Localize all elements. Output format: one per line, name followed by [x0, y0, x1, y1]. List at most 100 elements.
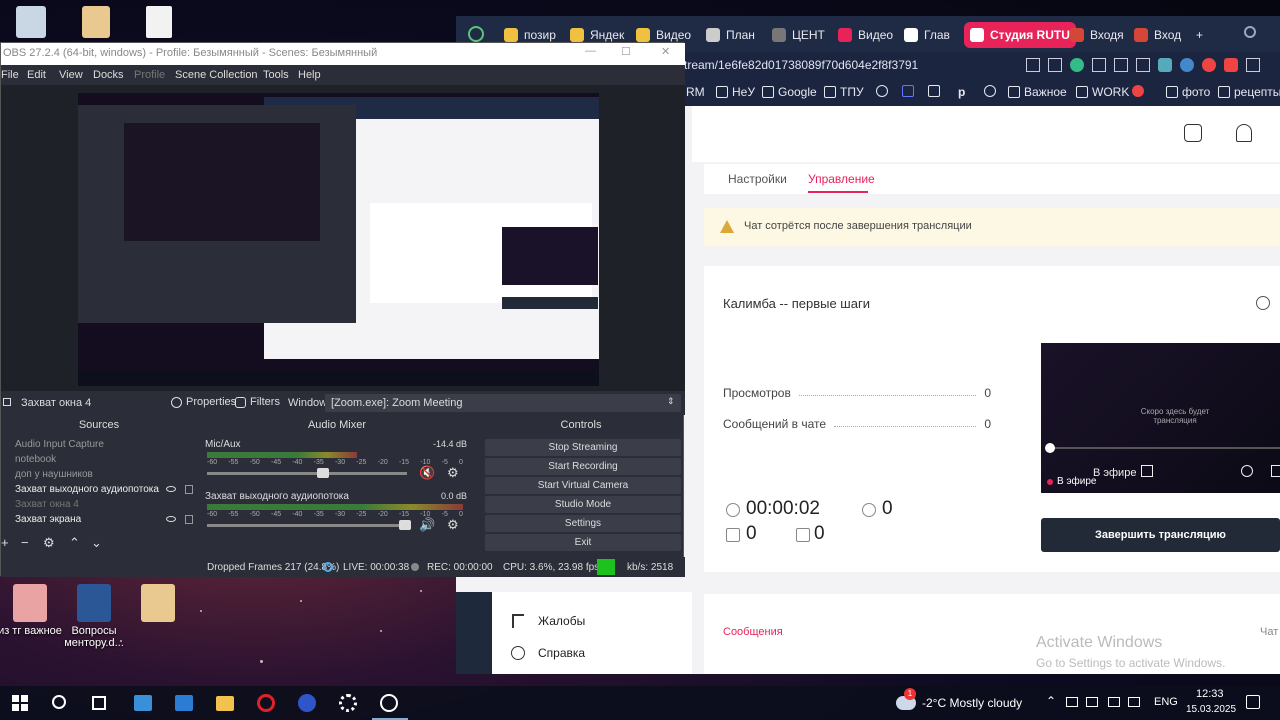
clock-date[interactable]: 15.03.2025 — [1186, 704, 1236, 715]
extensions-puzzle-icon[interactable] — [1246, 58, 1260, 72]
send-icon[interactable] — [1092, 58, 1106, 72]
store-app-icon[interactable] — [175, 695, 193, 711]
new-tab-button[interactable]: + — [1190, 22, 1209, 48]
tray-app-icon[interactable] — [1086, 697, 1098, 707]
task-view-icon[interactable] — [92, 696, 106, 710]
menu-tools[interactable]: Tools — [263, 69, 289, 81]
opera-browser-icon[interactable] — [257, 694, 275, 712]
close-icon[interactable]: ✕ — [661, 45, 670, 58]
extension-icon[interactable] — [1158, 58, 1172, 72]
video-player[interactable]: Скоро здесь будет трансляция В эфире В э… — [1041, 343, 1280, 493]
volume-slider-track[interactable] — [207, 472, 407, 475]
obs-preview[interactable] — [1, 85, 685, 391]
move-down-icon[interactable]: ⌄ — [91, 535, 102, 551]
volume-icon[interactable] — [1108, 697, 1120, 707]
chat-tab[interactable]: Чат — [1260, 626, 1278, 638]
browser-tab-active[interactable]: Студия RUTU — [964, 22, 1076, 48]
stop-streaming-button[interactable]: Stop Streaming — [485, 439, 681, 456]
notifications-icon[interactable] — [1246, 695, 1260, 709]
video-progress-knob[interactable] — [1045, 443, 1055, 453]
document-icon[interactable] — [146, 6, 172, 38]
minimize-icon[interactable]: — — [585, 45, 596, 57]
source-item[interactable]: Захват окна 4 — [15, 499, 79, 510]
source-item[interactable]: Audio Input Capture — [15, 439, 104, 450]
menu-profile[interactable]: Profile — [134, 69, 165, 81]
pen-icon[interactable] — [1128, 697, 1140, 707]
filters-button[interactable]: Filters — [231, 394, 284, 410]
bookmark-icon-only[interactable] — [984, 85, 996, 97]
bookmark[interactable]: WORK — [1076, 85, 1129, 99]
sources-list[interactable]: Audio Input Capture notebook доп у наушн… — [1, 437, 197, 529]
properties-button[interactable]: Properties — [167, 394, 240, 410]
side-menu-help[interactable]: Справка — [538, 646, 585, 660]
add-icon[interactable] — [1184, 124, 1202, 142]
edit-icon[interactable] — [1026, 58, 1040, 72]
clock-time[interactable]: 12:33 — [1196, 688, 1224, 700]
bookmark-icon-only[interactable] — [928, 85, 940, 97]
extension-icon[interactable] — [1202, 58, 1216, 72]
add-source-icon[interactable]: + — [1, 535, 9, 550]
start-recording-button[interactable]: Start Recording — [485, 458, 681, 475]
bookmark[interactable]: фото — [1166, 85, 1210, 99]
heart-icon[interactable] — [1114, 58, 1128, 72]
bell-icon[interactable] — [1236, 124, 1252, 142]
extension-icon[interactable] — [1180, 58, 1194, 72]
window-select[interactable]: [Zoom.exe]: Zoom Meeting ⇕ — [325, 394, 681, 412]
gear-icon[interactable] — [1241, 465, 1253, 477]
lock-icon[interactable] — [185, 515, 193, 524]
bookmark[interactable]: р — [958, 85, 965, 99]
gear-icon[interactable]: ⚙ — [447, 465, 459, 481]
calendar-app-icon[interactable] — [134, 695, 152, 711]
source-item[interactable]: доп у наушников — [15, 469, 93, 480]
menu-scene-collection[interactable]: Scene Collection — [175, 69, 258, 81]
menu-edit[interactable]: Edit — [27, 69, 46, 81]
windows-start-icon[interactable] — [12, 695, 28, 711]
menu-view[interactable]: View — [59, 69, 83, 81]
menu-docks[interactable]: Docks — [93, 69, 124, 81]
browser-tab[interactable]: План — [700, 22, 761, 48]
browser-tab[interactable]: Глав — [898, 22, 956, 48]
settings-button[interactable]: Settings — [485, 515, 681, 532]
shield-icon[interactable] — [1070, 58, 1084, 72]
start-virtual-camera-button[interactable]: Start Virtual Camera — [485, 477, 681, 494]
speaker-muted-icon[interactable]: 🔇 — [419, 465, 435, 481]
extension-icon[interactable] — [1136, 58, 1150, 72]
menu-help[interactable]: Help — [298, 69, 321, 81]
gear-icon[interactable]: ⚙ — [447, 517, 459, 533]
browser-tab[interactable]: ЦЕНТ — [766, 22, 831, 48]
bookmark-icon-only[interactable] — [1132, 85, 1144, 97]
exit-button[interactable]: Exit — [485, 534, 681, 551]
visibility-eye-icon[interactable] — [166, 486, 176, 492]
folder-icon[interactable] — [82, 6, 110, 38]
source-item[interactable]: Захват экрана — [15, 514, 81, 525]
source-properties-gear-icon[interactable]: ⚙ — [43, 535, 55, 551]
extension-icon[interactable] — [1224, 58, 1238, 72]
maximize-icon[interactable]: ☐ — [621, 45, 631, 58]
video-progress-track[interactable] — [1047, 447, 1280, 449]
share-icon[interactable] — [1256, 296, 1270, 310]
menu-file[interactable]: File — [1, 69, 19, 81]
browser-tab[interactable]: Входя — [1064, 22, 1130, 48]
language-indicator[interactable]: ENG — [1154, 696, 1178, 708]
fullscreen-icon[interactable] — [1271, 465, 1280, 477]
recycle-bin-icon[interactable] — [16, 6, 46, 38]
move-up-icon[interactable]: ⌃ — [69, 535, 80, 551]
weather-text[interactable]: -2°C Mostly cloudy — [922, 696, 1022, 710]
bookmark[interactable]: RM — [686, 85, 705, 99]
search-icon[interactable] — [1244, 26, 1256, 38]
volume-icon[interactable] — [1141, 465, 1153, 477]
file-explorer-icon[interactable] — [216, 696, 234, 711]
browser-tab[interactable]: Вход — [1128, 22, 1187, 48]
browser-tab[interactable]: Видео — [832, 22, 899, 48]
obs-app-icon[interactable] — [380, 694, 398, 712]
bookmark[interactable]: Google — [762, 85, 817, 99]
settings-gear-icon[interactable] — [339, 694, 357, 712]
tab-management[interactable]: Управление — [808, 172, 875, 186]
bookmark-icon-only[interactable] — [902, 85, 914, 97]
speaker-icon[interactable]: 🔊 — [419, 517, 435, 533]
bookmark[interactable]: НеУ — [716, 85, 755, 99]
studio-mode-button[interactable]: Studio Mode — [485, 496, 681, 513]
volume-slider-knob[interactable] — [399, 520, 411, 530]
source-item[interactable]: notebook — [15, 454, 56, 465]
end-stream-button[interactable]: Завершить трансляцию — [1041, 518, 1280, 552]
